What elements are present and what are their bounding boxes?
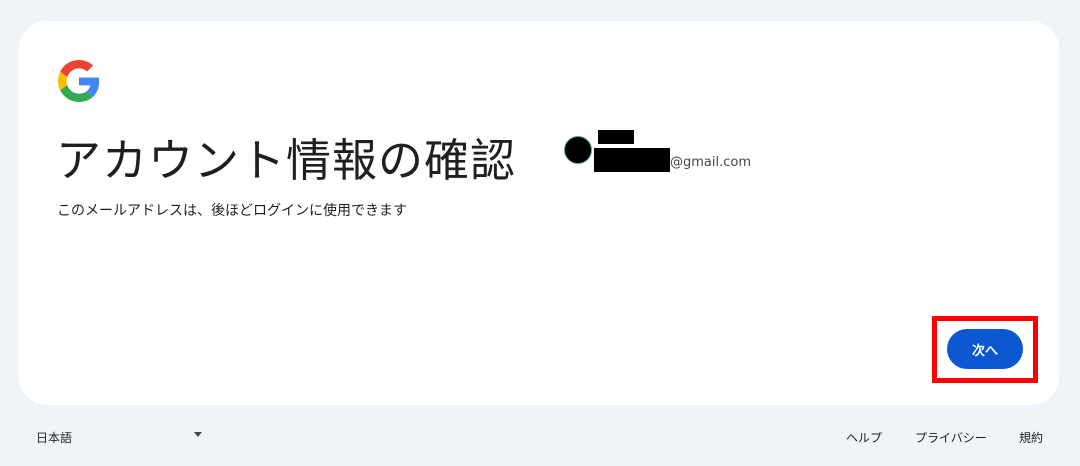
highlight-box <box>932 316 1038 383</box>
page-title: アカウント情報の確認 <box>56 134 517 187</box>
caret-down-icon <box>194 432 202 437</box>
terms-link[interactable]: 規約 <box>1019 429 1043 446</box>
redaction-bar <box>594 148 670 172</box>
language-label: 日本語 <box>36 431 73 445</box>
page-subtitle: このメールアドレスは、後ほどログインに使用できます <box>57 203 407 219</box>
help-link[interactable]: ヘルプ <box>846 429 882 446</box>
google-logo-icon <box>58 60 100 102</box>
avatar <box>564 136 592 164</box>
account-chip: @gmail.com <box>564 130 784 180</box>
sign-in-card: アカウント情報の確認 このメールアドレスは、後ほどログインに使用できます @gm… <box>19 21 1059 405</box>
redaction-bar <box>598 130 634 144</box>
footer: 日本語 ヘルプ プライバシー 規約 <box>0 420 1080 456</box>
privacy-link[interactable]: プライバシー <box>915 429 987 446</box>
language-select[interactable]: 日本語 <box>26 426 210 448</box>
email-suffix: @gmail.com <box>670 155 752 170</box>
